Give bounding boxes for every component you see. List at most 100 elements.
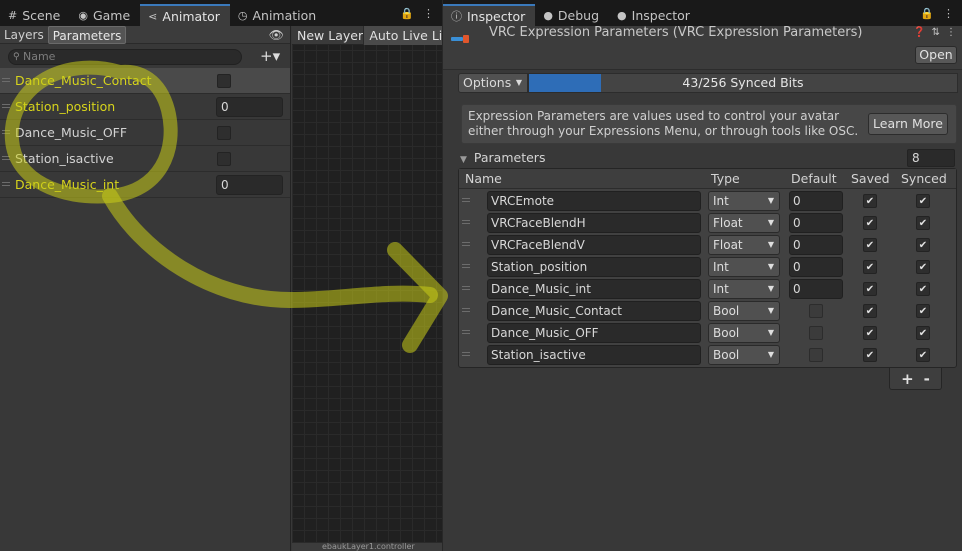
help-icon[interactable]: ❓ bbox=[913, 27, 925, 38]
drag-handle-icon[interactable] bbox=[462, 264, 470, 268]
param-type-dropdown[interactable]: Bool ▼ bbox=[708, 301, 780, 321]
breadcrumb-layer[interactable]: New Layer bbox=[292, 26, 363, 45]
parameter-row[interactable]: Dance_Music_Contact bbox=[0, 68, 290, 94]
tab-animator[interactable]: ⋖ Animator bbox=[140, 4, 230, 26]
add-parameter-button[interactable]: +▾ bbox=[260, 47, 280, 65]
param-synced-checkbox[interactable]: ✔ bbox=[916, 304, 930, 318]
parameter-row[interactable]: Station_position 0 bbox=[0, 94, 290, 120]
drag-handle-icon[interactable] bbox=[462, 286, 470, 290]
parameter-value-checkbox[interactable] bbox=[217, 152, 231, 166]
param-name-field[interactable]: VRCFaceBlendV bbox=[487, 235, 701, 255]
parameter-value-checkbox[interactable] bbox=[217, 74, 231, 88]
more-menu-icon[interactable]: ⋮ bbox=[946, 27, 956, 38]
param-type-dropdown[interactable]: Int ▼ bbox=[708, 279, 780, 299]
param-synced-checkbox[interactable]: ✔ bbox=[916, 238, 930, 252]
param-type-dropdown[interactable]: Float ▼ bbox=[708, 235, 780, 255]
param-synced-checkbox[interactable]: ✔ bbox=[916, 260, 930, 274]
eye-icon[interactable]: 👁 bbox=[269, 28, 284, 42]
tab-inspector[interactable]: ⓘ Inspector bbox=[443, 4, 536, 26]
parameters-foldout[interactable]: ▼ Parameters bbox=[460, 150, 545, 165]
param-type-dropdown[interactable]: Float ▼ bbox=[708, 213, 780, 233]
param-default-field[interactable]: 0 bbox=[789, 235, 843, 255]
tab-debug[interactable]: ● Debug bbox=[535, 4, 609, 26]
drag-handle-icon[interactable] bbox=[2, 78, 10, 82]
drag-handle-icon[interactable] bbox=[462, 198, 470, 202]
param-synced-checkbox[interactable]: ✔ bbox=[916, 194, 930, 208]
tab-game[interactable]: ◉ Game bbox=[70, 4, 140, 26]
drag-handle-icon[interactable] bbox=[2, 104, 10, 108]
tab-scene[interactable]: # Scene bbox=[0, 4, 70, 26]
parameter-value-field[interactable]: 0 bbox=[216, 97, 283, 117]
param-default-field[interactable]: 0 bbox=[789, 213, 843, 233]
param-saved-checkbox[interactable]: ✔ bbox=[863, 238, 877, 252]
drag-handle-icon[interactable] bbox=[2, 130, 10, 134]
param-synced-checkbox[interactable]: ✔ bbox=[916, 326, 930, 340]
param-type-dropdown[interactable]: Bool ▼ bbox=[708, 345, 780, 365]
param-default-checkbox[interactable] bbox=[809, 326, 823, 340]
drag-handle-icon[interactable] bbox=[462, 308, 470, 312]
parameter-row[interactable]: Dance_Music_OFF bbox=[0, 120, 290, 146]
param-name-field[interactable]: VRCEmote bbox=[487, 191, 701, 211]
learn-more-button[interactable]: Learn More bbox=[868, 113, 948, 135]
param-name-field[interactable]: VRCFaceBlendH bbox=[487, 213, 701, 233]
parameter-value-field[interactable]: 0 bbox=[216, 175, 283, 195]
tab-parameters[interactable]: Parameters bbox=[47, 25, 127, 44]
open-button[interactable]: Open bbox=[915, 46, 957, 64]
more-menu-icon[interactable]: ⋮ bbox=[943, 7, 954, 20]
param-type-dropdown[interactable]: Bool ▼ bbox=[708, 323, 780, 343]
parameter-name[interactable]: Dance_Music_OFF bbox=[15, 125, 127, 140]
param-type-dropdown[interactable]: Int ▼ bbox=[708, 257, 780, 277]
parameter-name[interactable]: Station_position bbox=[15, 99, 115, 114]
grid-icon: # bbox=[8, 8, 18, 22]
drag-handle-icon[interactable] bbox=[462, 220, 470, 224]
search-input[interactable]: ⚲ Name bbox=[8, 49, 242, 65]
options-dropdown[interactable]: Options ▼ bbox=[458, 73, 528, 93]
drag-handle-icon[interactable] bbox=[462, 242, 470, 246]
param-saved-checkbox[interactable]: ✔ bbox=[863, 216, 877, 230]
drag-handle-icon[interactable] bbox=[462, 352, 470, 356]
param-name-field[interactable]: Station_isactive bbox=[487, 345, 701, 365]
drag-handle-icon[interactable] bbox=[2, 156, 10, 160]
param-type-dropdown[interactable]: Int ▼ bbox=[708, 191, 780, 211]
param-default-field[interactable]: 0 bbox=[789, 279, 843, 299]
param-synced-checkbox[interactable]: ✔ bbox=[916, 348, 930, 362]
param-default-checkbox[interactable] bbox=[809, 304, 823, 318]
param-type-label: Int bbox=[713, 260, 729, 274]
param-synced-checkbox[interactable]: ✔ bbox=[916, 282, 930, 296]
param-saved-checkbox[interactable]: ✔ bbox=[863, 348, 877, 362]
param-default-field[interactable]: 0 bbox=[789, 191, 843, 211]
parameter-row[interactable]: Dance_Music_int 0 bbox=[0, 172, 290, 198]
param-default-checkbox[interactable] bbox=[809, 348, 823, 362]
parameter-name[interactable]: Station_isactive bbox=[15, 151, 114, 166]
parameter-name[interactable]: Dance_Music_Contact bbox=[15, 73, 151, 88]
auto-live-link-button[interactable]: Auto Live Li bbox=[363, 26, 442, 45]
tab-layers[interactable]: Layers bbox=[0, 26, 48, 44]
param-name-field[interactable]: Dance_Music_int bbox=[487, 279, 701, 299]
parameter-value-checkbox[interactable] bbox=[217, 126, 231, 140]
more-menu-icon[interactable]: ⋮ bbox=[423, 7, 434, 20]
param-saved-checkbox[interactable]: ✔ bbox=[863, 326, 877, 340]
settings-sliders-icon[interactable]: ⇅ bbox=[932, 27, 940, 38]
parameter-name[interactable]: Dance_Music_int bbox=[15, 177, 119, 192]
param-saved-checkbox[interactable]: ✔ bbox=[863, 194, 877, 208]
param-saved-checkbox[interactable]: ✔ bbox=[863, 260, 877, 274]
remove-row-button[interactable]: - bbox=[924, 368, 930, 389]
param-saved-checkbox[interactable]: ✔ bbox=[863, 282, 877, 296]
drag-handle-icon[interactable] bbox=[462, 330, 470, 334]
parameter-row[interactable]: Station_isactive bbox=[0, 146, 290, 172]
parameter-count-field[interactable]: 8 bbox=[907, 149, 955, 167]
lock-icon[interactable]: 🔒 bbox=[400, 7, 414, 20]
param-default-field[interactable]: 0 bbox=[789, 257, 843, 277]
tab-animation[interactable]: ◷ Animation bbox=[230, 4, 326, 26]
param-name-field[interactable]: Dance_Music_OFF bbox=[487, 323, 701, 343]
param-saved-checkbox[interactable]: ✔ bbox=[863, 304, 877, 318]
animator-graph[interactable]: New Layer Auto Live Li ebaukLayer1.contr… bbox=[292, 26, 442, 551]
param-name-field[interactable]: Dance_Music_Contact bbox=[487, 301, 701, 321]
param-synced-checkbox[interactable]: ✔ bbox=[916, 216, 930, 230]
chevron-down-icon: ▼ bbox=[767, 218, 774, 227]
tab-inspector-2[interactable]: ● Inspector bbox=[609, 4, 700, 26]
lock-icon[interactable]: 🔒 bbox=[920, 7, 934, 20]
drag-handle-icon[interactable] bbox=[2, 182, 10, 186]
add-row-button[interactable]: + bbox=[901, 368, 914, 389]
param-name-field[interactable]: Station_position bbox=[487, 257, 701, 277]
